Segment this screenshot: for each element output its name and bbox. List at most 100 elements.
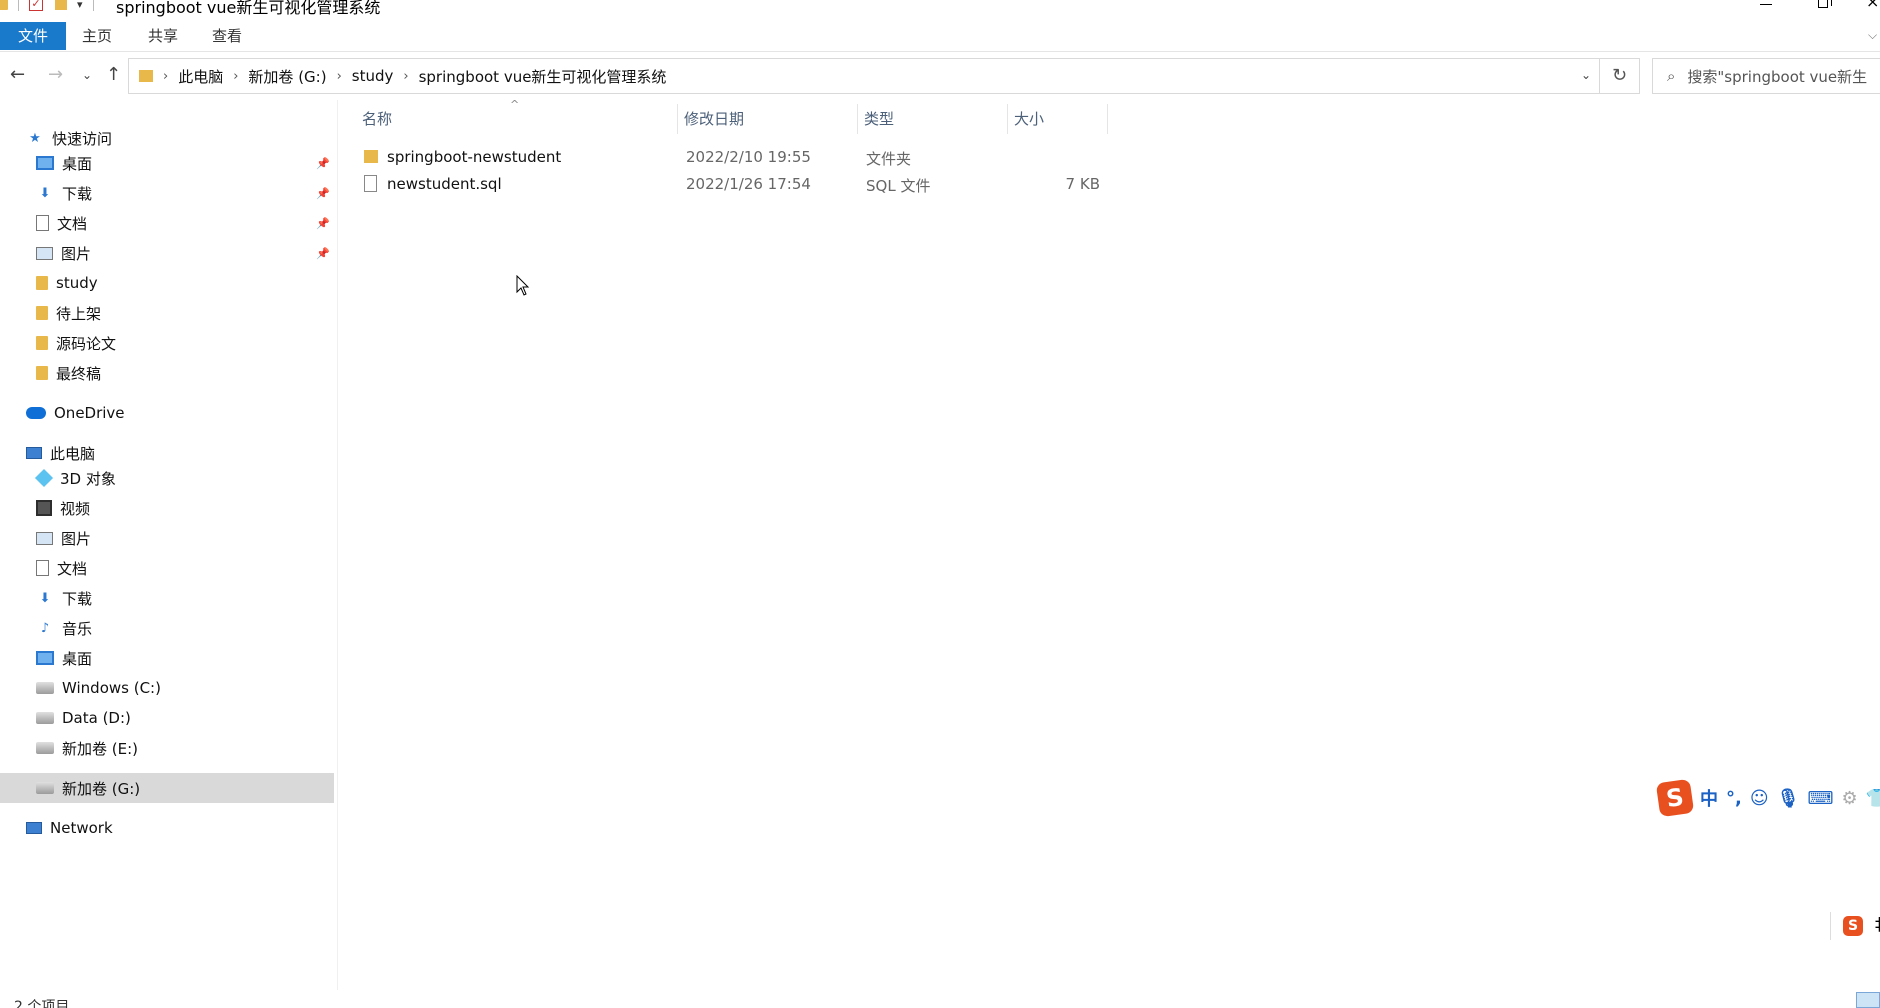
back-button[interactable]: ← (10, 64, 25, 85)
ime-toolbar[interactable]: S 中 °, ☺ 🎙 ⌨ ⚙ 👕 (1655, 778, 1880, 818)
chevron-down-icon[interactable]: ⌄ (1581, 68, 1591, 82)
sidebar-item-pictures[interactable]: 图片 📌 (0, 238, 334, 268)
list-item[interactable]: springboot-newstudent 2022/2/10 19:55 文件… (360, 145, 1120, 171)
file-type: 文件夹 (866, 150, 912, 168)
address-bar[interactable]: › 此电脑 › 新加卷 (G:) › study › springboot vu… (128, 58, 1600, 94)
sidebar-item-network[interactable]: Network (0, 813, 334, 843)
sidebar-item-drive-d[interactable]: Data (D:) (0, 703, 334, 733)
list-item[interactable]: newstudent.sql 2022/1/26 17:54 SQL 文件 7 … (360, 172, 1120, 198)
forward-button[interactable]: → (48, 64, 63, 85)
details-view-button[interactable] (1856, 992, 1880, 1008)
sogou-logo-icon[interactable]: S (1655, 778, 1695, 818)
window-title: springboot vue新生可视化管理系统 (116, 0, 381, 17)
pin-icon[interactable]: 📌 (316, 157, 330, 170)
search-icon: ⌕ (1667, 67, 1676, 85)
cube-icon (34, 468, 54, 488)
drive-icon (36, 742, 54, 754)
title-bar: ✓ ▾ springboot vue新生可视化管理系统 × (0, 0, 1880, 17)
column-header-type[interactable]: 类型 (858, 104, 1008, 134)
up-button[interactable]: ↑ (106, 64, 121, 85)
download-icon: ⬇ (39, 590, 51, 606)
customize-toolbar-icon[interactable]: ▾ (77, 0, 83, 11)
tools-icon[interactable]: ⚙ (1841, 788, 1857, 809)
sidebar-item-onedrive[interactable]: OneDrive (0, 398, 334, 428)
sidebar-item-3d-objects[interactable]: 3D 对象 (0, 463, 334, 493)
tab-share[interactable]: 共享 (148, 22, 178, 50)
sidebar-item-label: 桌面 (62, 649, 93, 668)
close-button[interactable]: × (1866, 0, 1879, 11)
ime-punctuation-toggle[interactable]: °, (1726, 788, 1742, 809)
emoji-icon[interactable]: ☺ (1750, 788, 1769, 809)
pin-icon[interactable]: 📌 (316, 247, 330, 260)
sogou-logo-icon[interactable]: S (1843, 916, 1863, 936)
tab-home[interactable]: 主页 (82, 22, 112, 50)
file-name[interactable]: springboot-newstudent (387, 148, 561, 166)
download-icon: ⬇ (39, 185, 51, 201)
sidebar-item-label: 视频 (60, 499, 91, 518)
sidebar-item-label: 文档 (57, 559, 88, 578)
column-header-size[interactable]: 大小 (1008, 104, 1108, 134)
status-item-count: 2 个项目 (14, 999, 70, 1008)
sidebar-item-videos[interactable]: 视频 (0, 493, 334, 523)
film-icon (36, 500, 52, 516)
chevron-right-icon[interactable]: › (233, 69, 238, 84)
sidebar-item-music[interactable]: ♪ 音乐 (0, 613, 334, 643)
chevron-right-icon[interactable]: › (163, 69, 168, 84)
computer-icon (26, 447, 42, 459)
breadcrumb: › 此电脑 › 新加卷 (G:) › study › springboot vu… (153, 66, 666, 87)
sidebar-item-study[interactable]: study (0, 268, 334, 298)
ime-mode-toggle[interactable]: 中 (1700, 785, 1718, 811)
sidebar-item-pc-downloads[interactable]: ⬇ 下载 (0, 583, 334, 613)
new-folder-icon[interactable] (55, 0, 67, 10)
file-type: SQL 文件 (866, 177, 931, 195)
file-name[interactable]: newstudent.sql (387, 175, 502, 193)
sidebar-item-desktop[interactable]: 桌面 📌 (0, 148, 334, 178)
keyboard-icon[interactable]: ⌨ (1807, 788, 1833, 809)
sidebar-item-label: Windows (C:) (62, 679, 161, 697)
sidebar-item-drive-g[interactable]: 新加卷 (G:) (0, 773, 334, 803)
sidebar-item-label: 文档 (57, 214, 88, 233)
tab-file[interactable]: 文件 (0, 22, 66, 50)
sidebar-item-documents[interactable]: 文档 📌 (0, 208, 334, 238)
tab-view[interactable]: 查看 (212, 22, 242, 50)
expand-ribbon-icon[interactable]: ⌵ (1868, 28, 1877, 43)
breadcrumb-current-folder[interactable]: springboot vue新生可视化管理系统 (419, 66, 667, 87)
column-header-date[interactable]: 修改日期 (678, 104, 858, 134)
sidebar-item-source-papers[interactable]: 源码论文 (0, 328, 334, 358)
skin-icon[interactable]: 👕 (1866, 788, 1880, 809)
sidebar-item-drive-c[interactable]: Windows (C:) (0, 673, 334, 703)
sidebar-item-drive-e[interactable]: 新加卷 (E:) (0, 733, 334, 763)
breadcrumb-drive-g[interactable]: 新加卷 (G:) (248, 66, 326, 87)
folder-icon (139, 70, 153, 82)
folder-icon (36, 276, 48, 290)
sidebar-item-pc-pictures[interactable]: 图片 (0, 523, 334, 553)
sidebar-item-pc-desktop[interactable]: 桌面 (0, 643, 334, 673)
picture-icon (36, 246, 53, 260)
breadcrumb-this-pc[interactable]: 此电脑 (178, 66, 223, 87)
recent-locations-button[interactable]: ⌄ (82, 68, 92, 82)
search-placeholder[interactable]: 搜索"springboot vue新生 (1687, 66, 1867, 87)
chevron-right-icon[interactable]: › (403, 69, 408, 84)
drive-icon (36, 712, 54, 724)
sidebar-item-label: 图片 (61, 529, 92, 548)
pin-icon[interactable]: 📌 (316, 217, 330, 230)
refresh-button[interactable]: ↻ (1600, 58, 1640, 94)
sidebar-item-final-draft[interactable]: 最终稿 (0, 358, 334, 388)
file-icon (364, 175, 377, 192)
properties-icon[interactable]: ✓ (29, 0, 43, 11)
search-box[interactable]: ⌕ 搜索"springboot vue新生 (1652, 58, 1880, 94)
restore-button[interactable] (1818, 0, 1832, 8)
sidebar-item-pending[interactable]: 待上架 (0, 298, 334, 328)
sidebar-item-downloads[interactable]: ⬇ 下载 📌 (0, 178, 334, 208)
chevron-right-icon[interactable]: › (337, 69, 342, 84)
pane-divider[interactable] (337, 100, 338, 990)
cloud-icon (26, 407, 46, 419)
minimize-button[interactable] (1760, 4, 1772, 5)
sidebar-item-pc-documents[interactable]: 文档 (0, 553, 334, 583)
microphone-icon[interactable]: 🎙 (1777, 788, 1800, 809)
pin-icon[interactable]: 📌 (316, 187, 330, 200)
breadcrumb-study[interactable]: study (352, 67, 394, 85)
file-date: 2022/1/26 17:54 (686, 175, 811, 193)
divider (18, 0, 19, 11)
ime-mini-bar[interactable]: S ‡ (1830, 912, 1880, 940)
